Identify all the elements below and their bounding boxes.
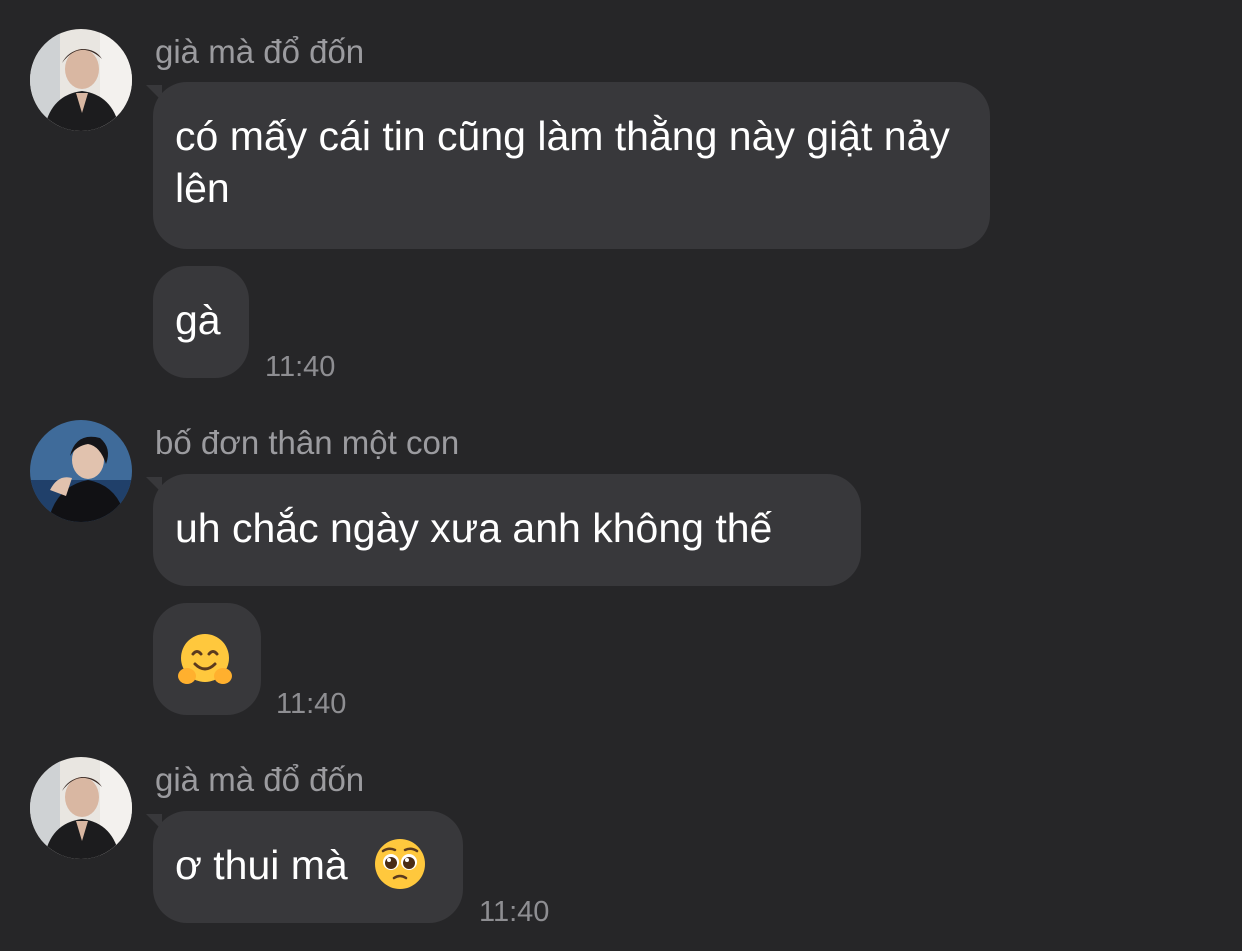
message-bubble[interactable]: uh chắc ngày xưa anh không thế bbox=[153, 474, 861, 586]
hugging-face-emoji bbox=[178, 634, 232, 685]
message-timestamp: 11:40 bbox=[276, 688, 347, 720]
message-bubble[interactable] bbox=[153, 603, 261, 715]
message-bubble[interactable]: ơ thui mà bbox=[153, 811, 463, 923]
sender-avatar[interactable] bbox=[30, 29, 132, 131]
message-text: uh chắc ngày xưa anh không thế bbox=[175, 505, 773, 551]
message-timestamp: 11:40 bbox=[479, 896, 550, 928]
message-text: có mấy cái tin cũng làm thằng này giật n… bbox=[175, 113, 950, 211]
sender-avatar[interactable] bbox=[30, 420, 132, 522]
sender-name: già mà đổ đốn bbox=[155, 33, 365, 70]
message-bubble[interactable]: gà bbox=[153, 266, 249, 378]
user-avatar-photo-icon bbox=[30, 420, 132, 522]
pleading-face-emoji bbox=[375, 839, 426, 890]
sender-name: già mà đổ đốn bbox=[155, 761, 365, 798]
sender-avatar[interactable] bbox=[30, 757, 132, 859]
message-text: gà bbox=[175, 297, 221, 343]
user-avatar-photo-icon bbox=[30, 29, 132, 131]
user-avatar-photo-icon bbox=[30, 757, 132, 859]
message-bubble[interactable]: có mấy cái tin cũng làm thằng này giật n… bbox=[153, 82, 990, 249]
message-timestamp: 11:40 bbox=[265, 351, 336, 383]
message-text: ơ thui mà bbox=[175, 842, 348, 888]
sender-name: bố đơn thân một con bbox=[155, 424, 460, 461]
chat-thread: già mà đổ đốn có mấy cái tin cũng làm th… bbox=[0, 0, 1242, 951]
